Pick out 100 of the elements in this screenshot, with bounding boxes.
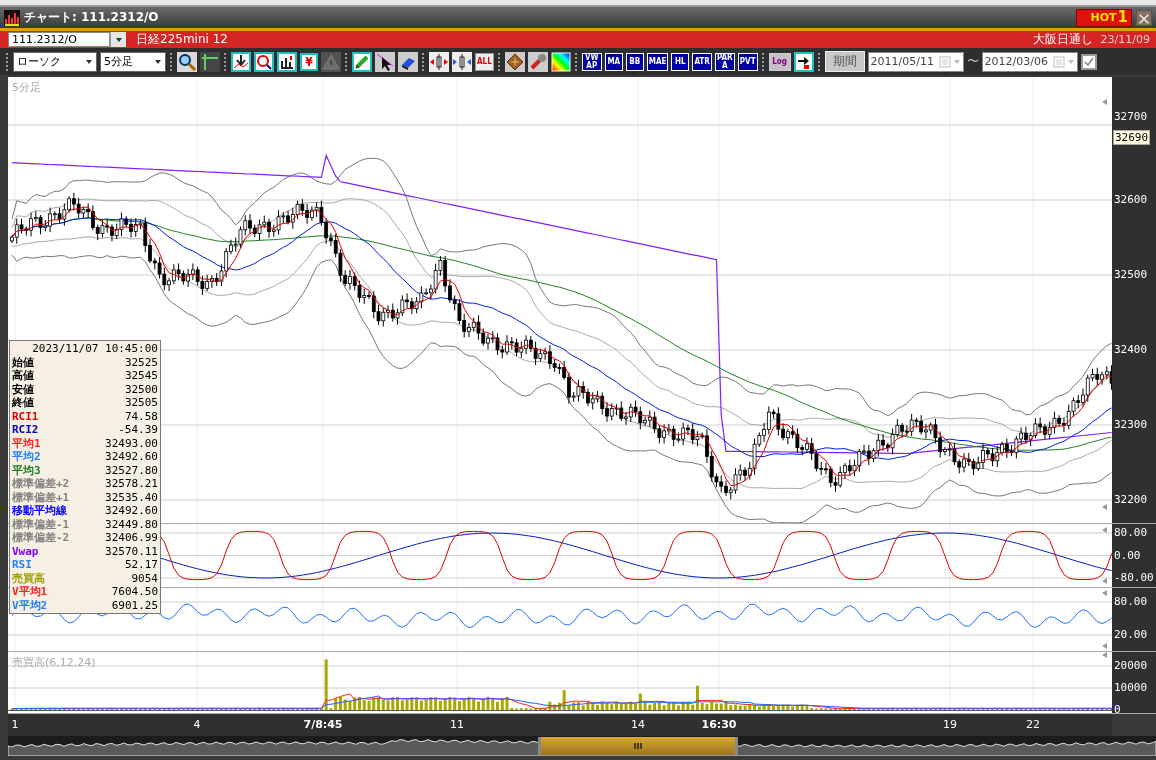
pane-marker-icon <box>1102 590 1107 596</box>
time-axis-label: 14 <box>631 718 645 731</box>
window-title: チャート: 111.2312/O <box>24 9 160 26</box>
caret-icon[interactable] <box>114 36 123 43</box>
data-label: V平均1 <box>12 585 48 599</box>
pencil-icon[interactable] <box>352 51 372 72</box>
data-label: 平均3 <box>12 463 41 477</box>
indicator-button[interactable]: ¥ <box>300 52 318 71</box>
indicator-button[interactable]: PVT <box>737 52 758 71</box>
data-value: 74.58 <box>124 409 158 423</box>
axis-label: 32400 <box>1114 343 1148 356</box>
last-price-tag: 32690 <box>1113 129 1151 145</box>
data-label: 標準偏差-1 <box>12 517 70 531</box>
eraser-icon[interactable] <box>398 51 418 72</box>
chart-app-icon <box>4 9 20 26</box>
indicator-button[interactable]: Log <box>768 52 791 71</box>
time-axis-label: 7/8:45 <box>303 718 343 731</box>
bar-chart-icon[interactable] <box>277 51 297 72</box>
data-timestamp: 2023/11/07 10:45:00 <box>31 342 158 356</box>
data-label: 安値 <box>12 382 34 396</box>
data-value: 32545 <box>124 369 158 383</box>
indicator-button[interactable]: ATR <box>692 52 712 71</box>
caret-icon[interactable] <box>154 58 162 65</box>
axis-label: -80.00 <box>1114 571 1154 584</box>
date-label: 23/11/09 <box>1100 33 1150 46</box>
instrument-name: 日経225mini 12 <box>136 31 229 48</box>
axis-label: 32600 <box>1114 193 1148 206</box>
pane-marker-icon <box>1102 652 1107 658</box>
range-separator: 〜 <box>966 53 979 70</box>
data-value: 32570.11 <box>105 544 158 558</box>
volume-pane-label: 売買高(6,12,24) <box>12 655 96 670</box>
indicator-button[interactable]: BB <box>625 52 644 71</box>
data-value: 32492.60 <box>105 450 158 464</box>
axis-label: 32200 <box>1114 493 1148 506</box>
candle-arrows-icon[interactable] <box>452 51 472 72</box>
data-value: 9054 <box>131 571 158 585</box>
data-value: 32578.21 <box>105 477 158 491</box>
wrench-icon[interactable] <box>527 51 548 72</box>
data-value: 52.17 <box>124 558 158 572</box>
search-icon[interactable] <box>177 51 197 72</box>
time-axis-label: 19 <box>943 718 957 731</box>
data-value: 32493.00 <box>105 436 158 450</box>
data-label: 平均2 <box>12 450 41 464</box>
data-value: 32449.80 <box>105 517 158 531</box>
close-button[interactable] <box>1136 9 1152 26</box>
zoom-icon[interactable] <box>254 51 274 72</box>
data-label: RSI <box>12 558 32 572</box>
pane-marker-icon <box>1102 504 1107 510</box>
data-label: 始値 <box>12 355 34 369</box>
time-axis-label: 4 <box>193 718 201 731</box>
chart-interval-label: 5分足 <box>12 80 41 95</box>
color-palette-icon[interactable] <box>550 51 571 72</box>
crosshair-icon[interactable] <box>200 51 220 72</box>
period-button[interactable]: 期間 <box>824 51 865 72</box>
axis-label: 0 <box>1114 703 1121 716</box>
data-value: 32525 <box>124 355 158 369</box>
data-label: RCI1 <box>12 409 39 423</box>
chip-icon[interactable] <box>504 51 525 72</box>
axis-label: 80.00 <box>1114 526 1148 539</box>
data-value: 32527.80 <box>105 463 158 477</box>
data-label: 移動平均線 <box>12 504 67 518</box>
indicator-button[interactable]: HL <box>671 52 690 71</box>
caret-icon[interactable] <box>85 58 93 65</box>
hot-badge[interactable]: HOT1 <box>1075 8 1132 27</box>
data-label: 標準偏差-2 <box>12 531 70 545</box>
data-label: 標準偏差+2 <box>12 477 70 491</box>
symbol-field[interactable]: 111.2312/O <box>8 32 110 47</box>
cursor-icon[interactable] <box>375 51 395 72</box>
data-value: 32505 <box>124 396 158 410</box>
candle-arrows-icon[interactable] <box>429 51 449 72</box>
data-label: 高値 <box>12 369 34 383</box>
dropdown[interactable]: 5分足 <box>100 51 166 72</box>
data-label: 標準偏差+1 <box>12 490 70 504</box>
data-label: 終値 <box>12 396 34 410</box>
data-label: Vwap <box>12 544 39 558</box>
grip-icon[interactable] <box>634 743 642 749</box>
data-label: 平均1 <box>12 436 41 450</box>
session-label: 大阪日通し <box>1032 31 1093 48</box>
axis-label: 32300 <box>1114 418 1148 431</box>
axis-label: 0.00 <box>1114 548 1141 562</box>
data-label: 売買高 <box>12 571 45 585</box>
dropdown[interactable]: ローソク <box>13 51 97 72</box>
pane-marker-icon <box>1102 643 1107 649</box>
indicator-button[interactable]: ALL <box>475 52 494 71</box>
axis-label: 10000 <box>1114 681 1148 694</box>
dropdown-button[interactable] <box>110 32 126 47</box>
pane-marker-icon <box>1102 578 1107 584</box>
indicator-button[interactable]: MA <box>604 52 623 71</box>
data-value: 7604.50 <box>111 585 158 599</box>
indicator-button[interactable]: MAE <box>646 52 669 71</box>
time-axis-label: 22 <box>1026 718 1040 731</box>
data-value: 6901.25 <box>111 598 158 612</box>
axis-label: 32500 <box>1114 268 1148 281</box>
data-value: 32500 <box>124 382 158 396</box>
checkbox[interactable] <box>1080 53 1097 70</box>
data-label: V平均2 <box>12 598 48 612</box>
pane-marker-icon <box>1102 527 1107 533</box>
axis-label: 20000 <box>1114 659 1148 672</box>
data-value: 32492.60 <box>105 504 158 518</box>
time-axis-label: 16:30 <box>701 718 737 731</box>
